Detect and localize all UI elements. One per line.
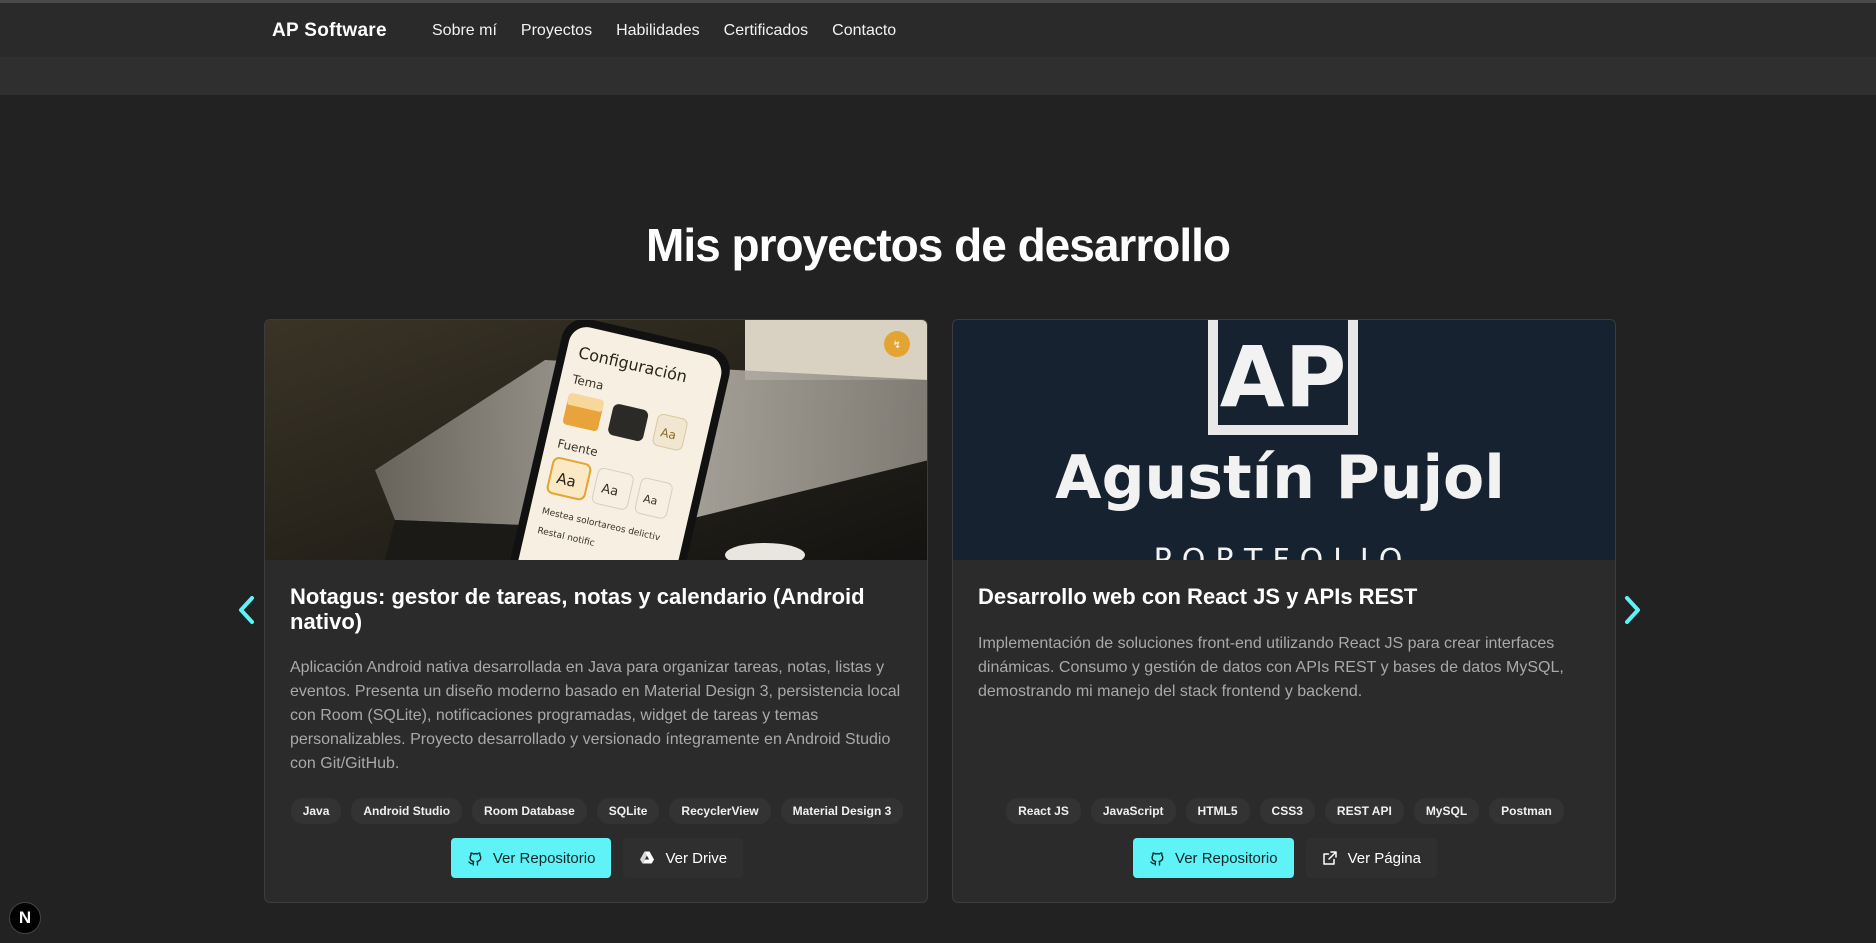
tag: Android Studio: [351, 798, 463, 824]
section-title: Mis proyectos de desarrollo: [646, 219, 1231, 271]
carousel-next-button[interactable]: [1617, 590, 1647, 630]
nav-link-sobre-mi[interactable]: Sobre mí: [432, 22, 497, 40]
view-repository-label: Ver Repositorio: [1175, 849, 1278, 867]
tag: SQLite: [596, 798, 660, 824]
view-repository-button[interactable]: Ver Repositorio: [1133, 838, 1294, 878]
nav-link-proyectos[interactable]: Proyectos: [521, 22, 592, 40]
project-description: Aplicación Android nativa desarrollada e…: [290, 659, 901, 772]
project-card-react: AP Agustín Pujol PORTFOLIO Desarrollo we…: [952, 319, 1616, 903]
view-page-button[interactable]: Ver Página: [1305, 838, 1437, 878]
tag: React JS: [1006, 798, 1081, 824]
nav-link-certificados[interactable]: Certificados: [724, 22, 808, 40]
tag-list: Java Android Studio Room Database SQLite…: [265, 798, 927, 824]
navbar: AP Software Sobre mí Proyectos Habilidad…: [0, 3, 1876, 57]
project-description: Implementación de soluciones front-end u…: [978, 635, 1564, 700]
nav-link-habilidades[interactable]: Habilidades: [616, 22, 700, 40]
external-link-icon: [1322, 851, 1337, 865]
tag: HTML5: [1185, 798, 1250, 824]
tag: Java: [290, 798, 342, 824]
nav-link-contacto[interactable]: Contacto: [832, 22, 896, 40]
project-title: Desarrollo web con React JS y APIs REST: [978, 584, 1418, 609]
view-repository-label: Ver Repositorio: [492, 849, 596, 867]
tag: MySQL: [1413, 798, 1480, 824]
view-page-label: Ver Página: [1347, 849, 1421, 867]
view-repository-button[interactable]: Ver Repositorio: [450, 838, 612, 878]
view-drive-button[interactable]: Ver Drive: [623, 838, 744, 878]
github-icon: [468, 852, 482, 866]
nav-links: Sobre mí Proyectos Habilidades Certifica…: [432, 22, 920, 40]
svg-text:↯: ↯: [893, 340, 901, 351]
brand-logo[interactable]: AP Software: [272, 20, 387, 42]
tag: JavaScript: [1090, 798, 1176, 824]
tag: Material Design 3: [780, 798, 904, 824]
portfolio-subtitle: PORTFOLIO: [1154, 543, 1413, 560]
google-drive-icon: [640, 851, 655, 864]
tag: REST API: [1324, 798, 1404, 824]
project-actions: Ver Repositorio Ver Página: [953, 838, 1615, 878]
carousel-prev-button[interactable]: [232, 590, 262, 630]
portfolio-name: Agustín Pujol: [1055, 443, 1505, 513]
chevron-right-icon: [1625, 596, 1640, 624]
portfolio-logo-text: AP: [1220, 328, 1347, 426]
project-image-notagus: ↯ Configuración Tema Aa Fuente Aa Aa Aa …: [265, 320, 927, 560]
project-card-notagus: ↯ Configuración Tema Aa Fuente Aa Aa Aa …: [264, 319, 928, 903]
tag: RecyclerView: [669, 798, 771, 824]
tag: Postman: [1489, 798, 1564, 824]
tag-list: React JS JavaScript HTML5 CSS3 REST API …: [953, 798, 1615, 824]
project-image-portfolio: AP Agustín Pujol PORTFOLIO: [953, 320, 1615, 560]
chevron-left-icon: [239, 596, 254, 624]
project-title: Notagus: gestor de tareas, notas y calen…: [290, 584, 865, 634]
project-actions: Ver Repositorio Ver Drive: [265, 838, 927, 878]
tag: Room Database: [472, 798, 587, 824]
nextjs-dev-badge[interactable]: N: [9, 902, 41, 934]
tag: CSS3: [1259, 798, 1315, 824]
github-icon: [1150, 852, 1164, 866]
sub-header-bar: [0, 57, 1876, 95]
view-drive-label: Ver Drive: [665, 849, 728, 867]
